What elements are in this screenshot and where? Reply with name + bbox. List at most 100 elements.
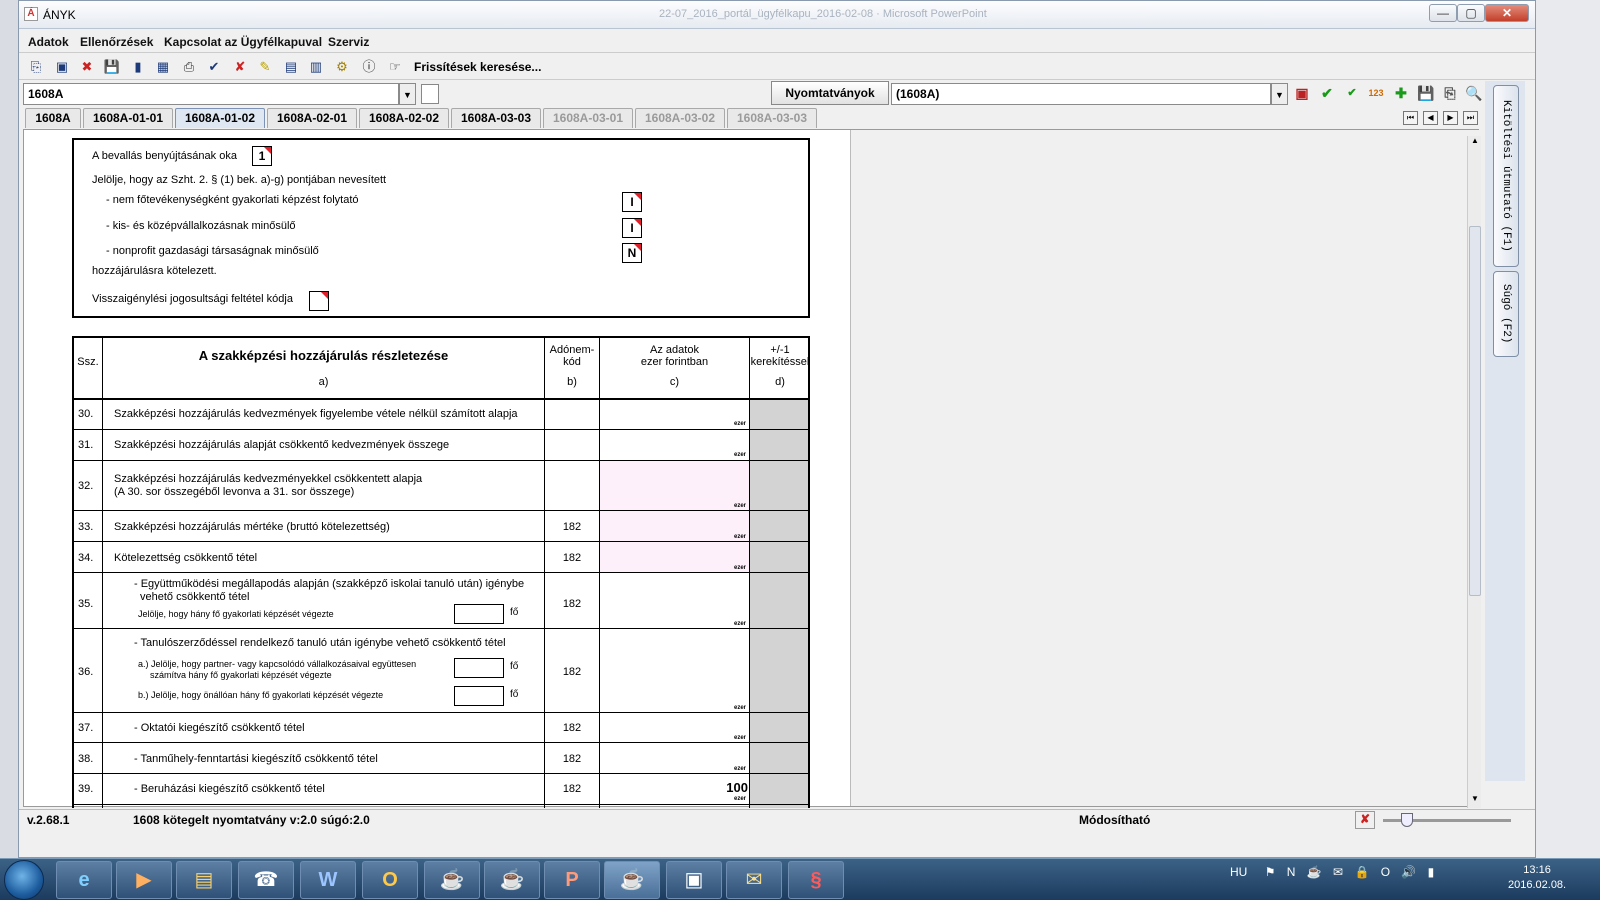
- check-icon[interactable]: ✔: [204, 57, 224, 77]
- scroll-thumb[interactable]: [1469, 226, 1481, 596]
- help-tab[interactable]: Súgó (F2): [1493, 271, 1519, 357]
- item-field-2[interactable]: I: [622, 218, 642, 238]
- book-icon[interactable]: ▥: [306, 57, 326, 77]
- row-number: 33.: [78, 521, 94, 533]
- maximize-button[interactable]: ▢: [1457, 4, 1485, 22]
- form-view-icon[interactable]: ▣: [1291, 82, 1313, 104]
- print-icon[interactable]: ⎙: [179, 57, 199, 77]
- word-icon[interactable]: W: [300, 861, 356, 899]
- tray-icons[interactable]: ⚑ N ☕ ✉ 🔒 O 🔊 ▮: [1265, 865, 1439, 879]
- row-label-continued: vehető csökkentő tétel: [140, 591, 250, 603]
- import-icon[interactable]: ▦: [153, 57, 173, 77]
- document-app-icon[interactable]: §: [788, 861, 844, 899]
- check-sequence-icon[interactable]: ✔: [1341, 82, 1363, 104]
- headcount-input-35[interactable]: [454, 604, 504, 624]
- explorer-icon[interactable]: ▤: [176, 861, 232, 899]
- last-page-button[interactable]: ⏭: [1463, 111, 1478, 125]
- value-field-38[interactable]: [600, 743, 749, 773]
- tab-1608a-01-01[interactable]: 1608A-01-01: [83, 108, 173, 128]
- java-icon[interactable]: ☕: [424, 861, 480, 899]
- first-page-button[interactable]: ⏮: [1403, 111, 1418, 125]
- media-player-icon[interactable]: ▶: [116, 861, 172, 899]
- copy-icon[interactable]: ⎘: [1439, 82, 1461, 104]
- info-circle-icon[interactable]: ⓘ: [359, 57, 379, 77]
- app-icon: Á: [24, 7, 38, 21]
- chevron-down-icon[interactable]: ▼: [399, 83, 416, 105]
- headcount-input-36b[interactable]: [454, 686, 504, 706]
- refund-field[interactable]: [309, 291, 329, 311]
- version-label: v.2.68.1: [27, 813, 70, 827]
- nyomtatvanyok-button[interactable]: Nyomtatványok: [771, 81, 889, 105]
- unit-fo: fő: [510, 689, 519, 700]
- powerpoint-icon[interactable]: P: [544, 861, 600, 899]
- value-field-31[interactable]: [600, 430, 749, 460]
- value-field-36[interactable]: [600, 629, 749, 712]
- check-icon[interactable]: ✔: [1316, 82, 1338, 104]
- edit-icon[interactable]: ✎: [255, 57, 275, 77]
- calculator-icon[interactable]: ▤: [281, 57, 301, 77]
- save-icon[interactable]: 💾: [1415, 82, 1437, 104]
- new-icon[interactable]: ▣: [52, 57, 72, 77]
- delete-file-icon[interactable]: ✖: [77, 57, 97, 77]
- tab-1608a-03-03[interactable]: 1608A-03-03: [451, 108, 541, 128]
- clock[interactable]: 13:16 2016.02.08.: [1508, 863, 1566, 893]
- tools-icon[interactable]: ⚙: [332, 57, 352, 77]
- monitor-icon[interactable]: ▣: [666, 861, 722, 899]
- pointer-icon[interactable]: ☞: [385, 57, 405, 77]
- prev-page-button[interactable]: ◀: [1423, 111, 1438, 125]
- numbering-icon[interactable]: 123: [1365, 82, 1387, 104]
- title-bar[interactable]: Á ÁNYK 22-07_2016_portál_ügyfélkapu_2016…: [19, 1, 1535, 29]
- value-field-39[interactable]: 100: [674, 780, 748, 795]
- menu-szerviz[interactable]: Szerviz: [328, 35, 369, 49]
- start-button[interactable]: [4, 860, 44, 900]
- copy-icon[interactable]: ⎘: [26, 57, 46, 77]
- phone-icon[interactable]: ☎: [238, 861, 294, 899]
- help-guide-tab[interactable]: Kitöltési útmutató (F1): [1493, 85, 1519, 267]
- taskbar: e ▶ ▤ ☎ W O ☕ ☕ P ☕ ▣ ✉ § HU ⚑ N ☕ ✉ 🔒 O…: [0, 858, 1600, 900]
- close-button[interactable]: ✕: [1485, 4, 1529, 22]
- outlook-icon[interactable]: O: [362, 861, 418, 899]
- scroll-up-icon[interactable]: ▲: [1469, 136, 1481, 148]
- zoom-slider-handle[interactable]: [1401, 813, 1413, 827]
- row-code: 182: [562, 521, 582, 533]
- java-icon[interactable]: ☕: [484, 861, 540, 899]
- minimize-button[interactable]: —: [1429, 4, 1457, 22]
- tab-1608a-02-02[interactable]: 1608A-02-02: [359, 108, 449, 128]
- system-tray[interactable]: HU ⚑ N ☕ ✉ 🔒 O 🔊 ▮: [1230, 865, 1438, 879]
- chevron-down-icon[interactable]: ▼: [1271, 83, 1288, 105]
- info-icon[interactable]: ▮: [128, 57, 148, 77]
- reason-field[interactable]: 1: [252, 146, 272, 166]
- row-label: - Együttműködési megállapodás alapján (s…: [134, 578, 525, 590]
- tab-1608a-01-02[interactable]: 1608A-01-02: [175, 108, 265, 128]
- item-field-1[interactable]: I: [622, 192, 642, 212]
- form-value-combo[interactable]: (1608A): [891, 83, 1271, 105]
- scroll-down-icon[interactable]: ▼: [1469, 794, 1481, 806]
- document-icon[interactable]: [421, 84, 439, 104]
- refresh-updates-link[interactable]: Frissítések keresése...: [414, 60, 541, 74]
- save-icon[interactable]: 💾: [102, 57, 122, 77]
- item-field-3[interactable]: N: [622, 243, 642, 263]
- clock-time: 13:16: [1523, 864, 1551, 876]
- search-icon[interactable]: 🔍: [1463, 82, 1485, 104]
- language-indicator[interactable]: HU: [1230, 865, 1247, 879]
- java-active-icon[interactable]: ☕: [604, 861, 660, 899]
- menu-ellenorzesek[interactable]: Ellenőrzések: [80, 35, 153, 49]
- menu-adatok[interactable]: Adatok: [28, 35, 69, 49]
- mail-icon[interactable]: ✉: [726, 861, 782, 899]
- next-page-button[interactable]: ▶: [1443, 111, 1458, 125]
- header-b: b): [567, 376, 577, 388]
- tab-1608a[interactable]: 1608A: [25, 108, 81, 128]
- cross-icon[interactable]: ✘: [230, 57, 250, 77]
- value-field-37[interactable]: [600, 713, 749, 742]
- value-field-30[interactable]: [600, 400, 749, 429]
- tab-1608a-02-01[interactable]: 1608A-02-01: [267, 108, 357, 128]
- menu-kapcsolat[interactable]: Kapcsolat az Ügyfélkapuval: [164, 35, 322, 49]
- form-id-combo[interactable]: 1608A: [23, 83, 399, 105]
- row-code: 182: [562, 666, 582, 678]
- add-icon[interactable]: ✚: [1390, 82, 1412, 104]
- error-icon[interactable]: ✘: [1355, 811, 1375, 829]
- form-scrollbar[interactable]: ▲ ▼: [1467, 136, 1481, 808]
- headcount-input-36a[interactable]: [454, 658, 504, 678]
- value-field-35[interactable]: [600, 573, 749, 628]
- ie-icon[interactable]: e: [56, 861, 112, 899]
